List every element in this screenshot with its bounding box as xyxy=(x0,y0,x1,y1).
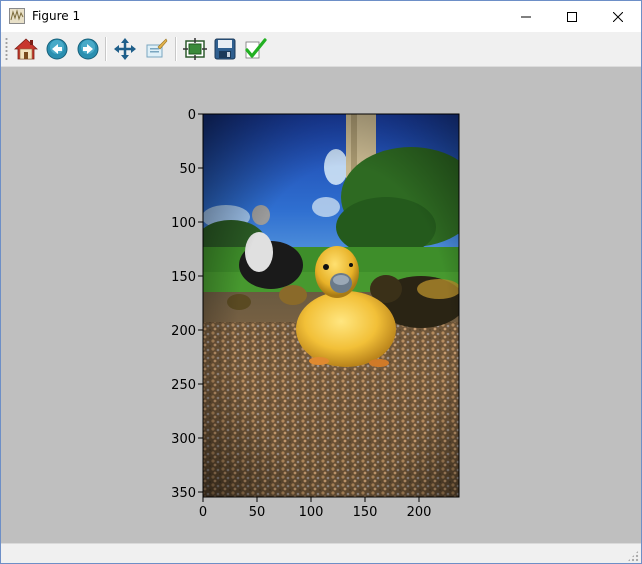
y-tick-label: 250 xyxy=(171,378,196,393)
y-tick-label: 0 xyxy=(188,108,196,123)
back-icon xyxy=(46,38,68,60)
back-button[interactable] xyxy=(43,35,71,63)
duckling-image xyxy=(203,114,459,497)
configure-subplots-button[interactable] xyxy=(181,35,209,63)
x-tick-label: 100 xyxy=(299,505,324,520)
x-tick-label: 150 xyxy=(353,505,378,520)
figure-window: Figure 1 0 50 100 150 200 250 300 350 0 … xyxy=(0,0,642,564)
x-tick-label: 50 xyxy=(249,505,266,520)
y-tick-label: 50 xyxy=(179,162,196,177)
status-bar xyxy=(1,543,641,563)
y-tick-label: 300 xyxy=(171,432,196,447)
navigation-toolbar xyxy=(1,32,641,67)
zoom-icon xyxy=(146,38,168,58)
home-button[interactable] xyxy=(12,35,40,63)
home-icon xyxy=(14,38,38,60)
plot-area: 0 50 100 150 200 250 300 350 0 50 100 15… xyxy=(171,108,460,520)
close-button[interactable] xyxy=(595,1,641,32)
edit-parameters-icon xyxy=(245,38,267,59)
close-icon xyxy=(613,11,623,22)
x-tick-label: 200 xyxy=(407,505,432,520)
y-tick-label: 200 xyxy=(171,324,196,339)
window-title: Figure 1 xyxy=(32,9,81,23)
zoom-button[interactable] xyxy=(142,35,170,63)
y-tick-label: 350 xyxy=(171,486,196,501)
figure-canvas[interactable]: 0 50 100 150 200 250 300 350 0 50 100 15… xyxy=(1,67,641,543)
configure-subplots-icon xyxy=(183,38,207,60)
toolbar-grip[interactable] xyxy=(5,37,8,61)
pan-icon xyxy=(114,38,136,60)
minimize-icon xyxy=(521,16,531,17)
toolbar-separator xyxy=(105,37,107,61)
forward-icon xyxy=(77,38,99,60)
matplotlib-figure-icon xyxy=(9,8,25,24)
minimize-button[interactable] xyxy=(503,1,549,32)
y-tick-label: 100 xyxy=(171,216,196,231)
save-button[interactable] xyxy=(211,35,239,63)
save-icon xyxy=(214,38,236,60)
y-tick-label: 150 xyxy=(171,270,196,285)
pan-button[interactable] xyxy=(111,35,139,63)
x-axis: 0 50 100 150 200 xyxy=(199,497,432,520)
toolbar-separator xyxy=(175,37,177,61)
title-bar[interactable]: Figure 1 xyxy=(1,1,641,32)
resize-grip-icon[interactable] xyxy=(627,550,639,562)
x-tick-label: 0 xyxy=(199,505,207,520)
maximize-icon xyxy=(567,11,577,22)
forward-button[interactable] xyxy=(74,35,102,63)
edit-parameters-button[interactable] xyxy=(241,35,269,63)
y-axis: 0 50 100 150 200 250 300 350 xyxy=(171,108,203,501)
maximize-button[interactable] xyxy=(549,1,595,32)
